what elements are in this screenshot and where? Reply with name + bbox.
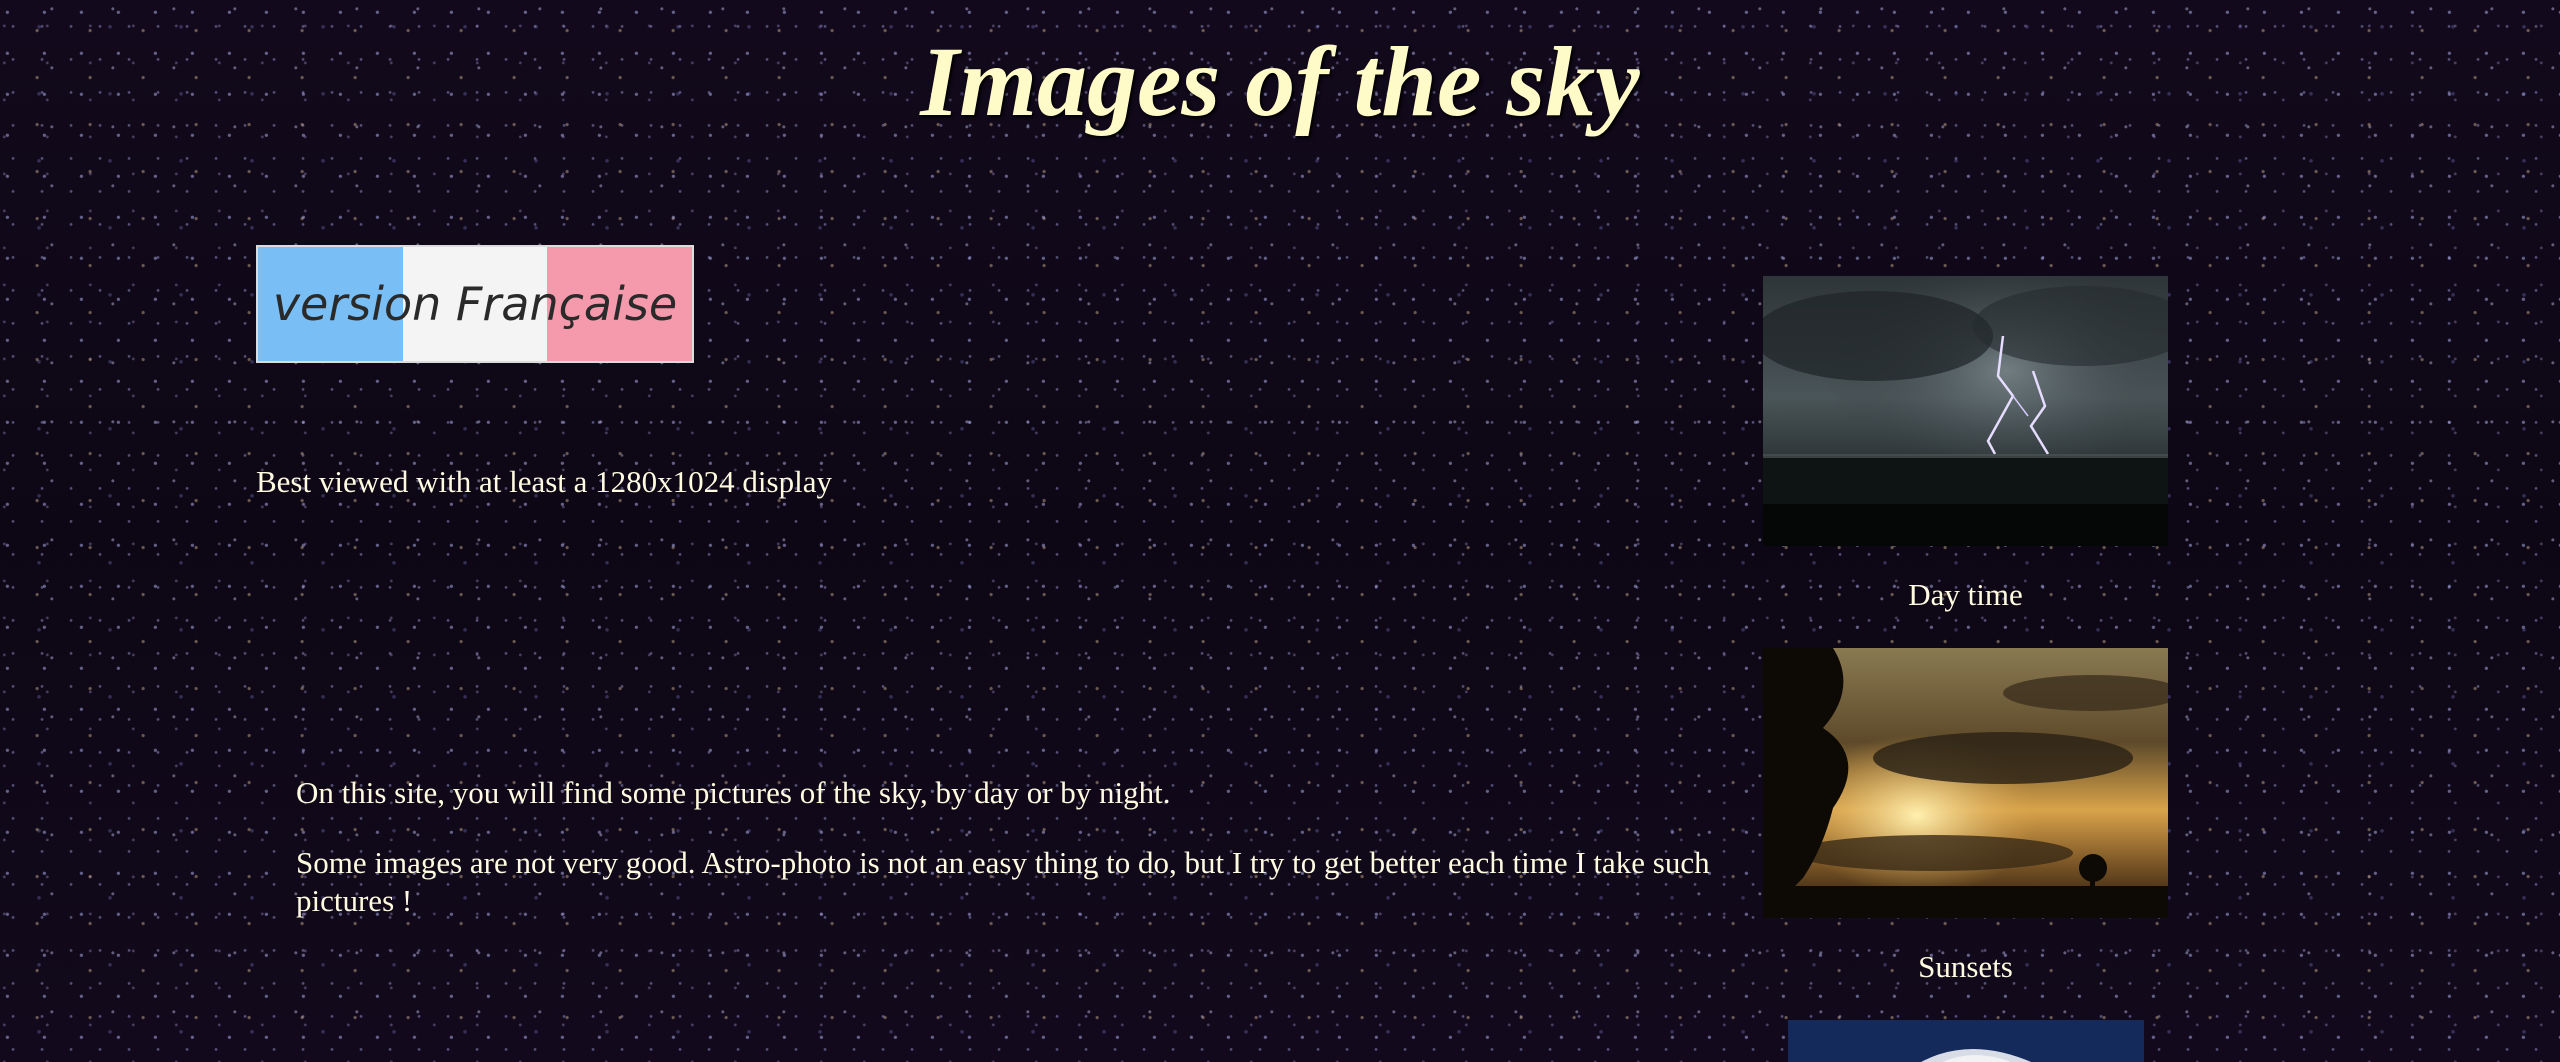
night-sky-thumbnail[interactable]: [1788, 1020, 2144, 1062]
lightning-storm-photo: [1763, 276, 2168, 546]
intro-text: On this site, you will find some picture…: [296, 774, 1716, 952]
display-recommendation: Best viewed with at least a 1280x1024 di…: [256, 464, 832, 499]
day-time-thumbnail[interactable]: [1763, 276, 2168, 546]
french-version-label: version Française: [272, 277, 678, 331]
sunsets-thumbnail[interactable]: [1763, 648, 2168, 918]
french-version-link[interactable]: version Française: [256, 245, 694, 363]
sunset-clouds-photo: [1763, 648, 2168, 918]
day-time-caption[interactable]: Day time: [1763, 575, 2168, 615]
intro-paragraph: Some images are not very good. Astro-pho…: [296, 845, 1710, 918]
intro-paragraph: On this site, you will find some picture…: [296, 775, 1171, 810]
night-sky-photo: [1788, 1020, 2144, 1062]
page-title: Images of the sky: [920, 26, 1640, 137]
sunsets-caption[interactable]: Sunsets: [1763, 947, 2168, 987]
